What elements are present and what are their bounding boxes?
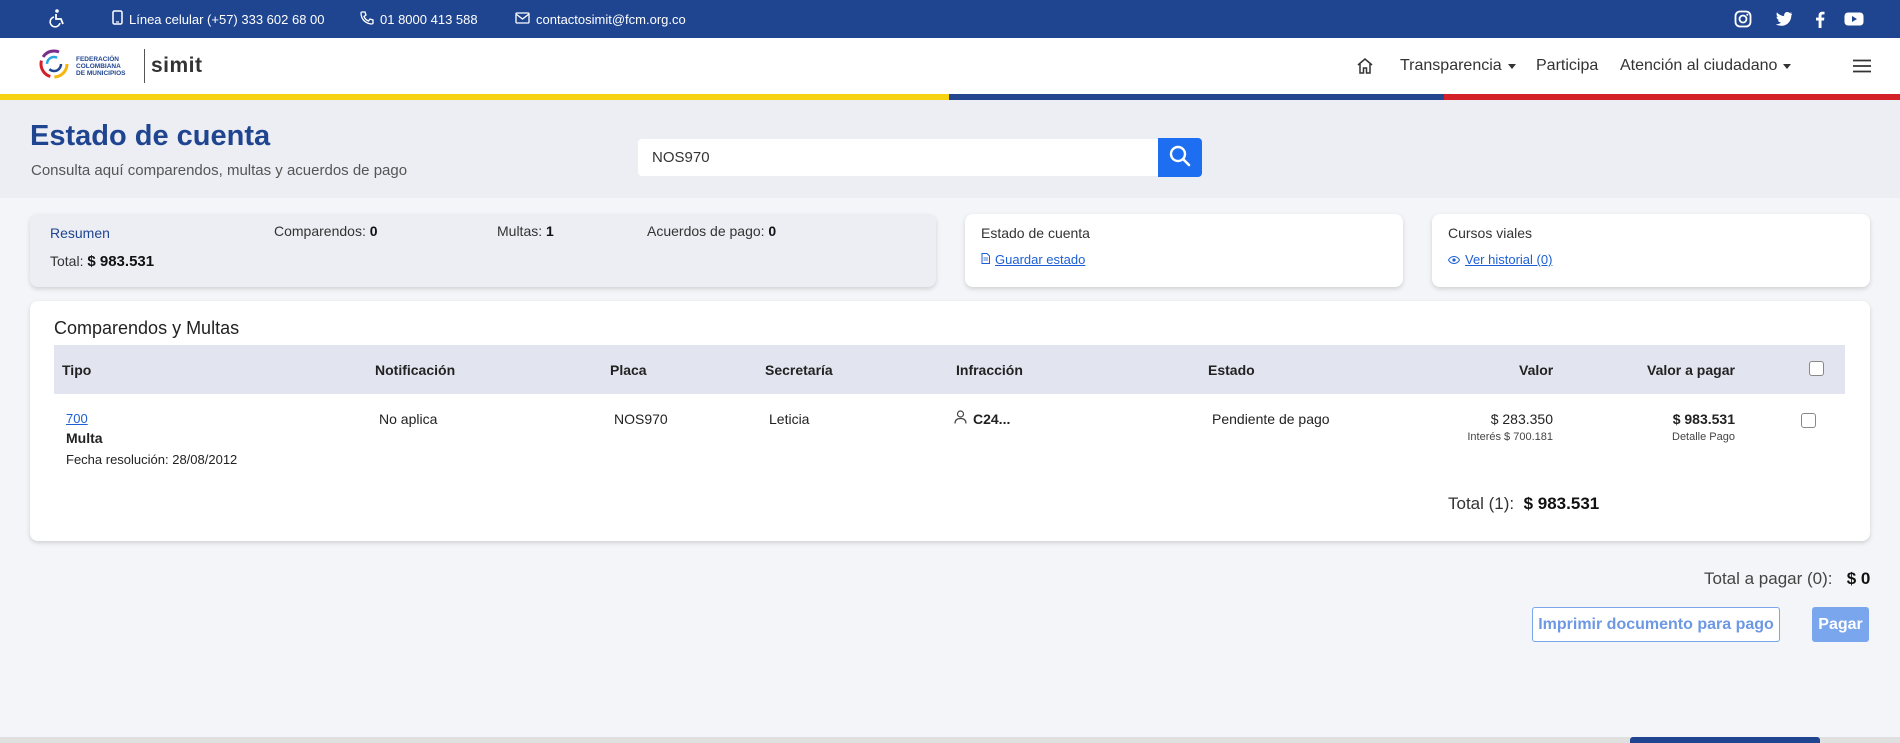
nav-atencion-label: Atención al ciudadano bbox=[1620, 57, 1778, 74]
phone-icon bbox=[360, 10, 374, 28]
col-secretaria: Secretaría bbox=[765, 361, 833, 378]
nav-atencion-ciudadano[interactable]: Atención al ciudadano bbox=[1620, 38, 1792, 94]
page-title: Estado de cuenta bbox=[30, 120, 271, 152]
nav-participa-label: Participa bbox=[1536, 57, 1599, 74]
table-total-value: $ 983.531 bbox=[1523, 494, 1600, 513]
main-navbar: Transparencia Participa Atención al ciud… bbox=[0, 38, 1900, 94]
ver-historial-link[interactable]: Ver historial (0) bbox=[1447, 252, 1552, 267]
user-icon bbox=[954, 410, 967, 427]
facebook-icon[interactable] bbox=[1807, 0, 1833, 38]
mobile-icon bbox=[112, 10, 123, 28]
caret-down-icon bbox=[1507, 63, 1516, 69]
total-a-pagar: Total a pagar (0): $ 0 bbox=[1704, 569, 1870, 589]
page-subtitle: Consulta aquí comparendos, multas y acue… bbox=[31, 162, 408, 179]
total-pagar-value: $ 0 bbox=[1846, 569, 1871, 588]
nav-transparencia-label: Transparencia bbox=[1400, 57, 1502, 74]
summary-comparendos: Comparendos: 0 bbox=[274, 223, 378, 239]
summary-acuerdos: Acuerdos de pago: 0 bbox=[647, 223, 777, 239]
row-valor-pagar: $ 983.531 bbox=[1672, 411, 1735, 427]
comparendos-count: 0 bbox=[369, 223, 378, 239]
mobile-phone-text: Línea celular (+57) 333 602 68 00 bbox=[129, 11, 325, 27]
wheelchair-icon bbox=[48, 8, 68, 31]
logo-divider bbox=[144, 49, 145, 83]
youtube-icon[interactable] bbox=[1841, 0, 1867, 38]
row-infraccion[interactable]: C24... bbox=[954, 410, 1010, 427]
row-code-link[interactable]: 700 bbox=[66, 411, 88, 426]
row-notificacion: No aplica bbox=[379, 411, 438, 427]
col-valor-pagar: Valor a pagar bbox=[1647, 361, 1735, 378]
row-estado: Pendiente de pago bbox=[1212, 411, 1330, 427]
plate-search-input[interactable] bbox=[638, 139, 1158, 176]
col-estado: Estado bbox=[1208, 361, 1255, 378]
row-valor: $ 283.350 bbox=[1490, 411, 1553, 427]
row-interes: Interés $ 700.181 bbox=[1467, 431, 1553, 443]
col-notificacion: Notificación bbox=[375, 361, 456, 378]
row-fecha: Fecha resolución: 28/08/2012 bbox=[66, 452, 238, 467]
row-secretaria: Leticia bbox=[769, 411, 810, 427]
fcm-logo-text: FEDERACIÓN COLOMBIANA DE MUNICIPIOS bbox=[76, 55, 126, 77]
twitter-icon[interactable] bbox=[1771, 0, 1797, 38]
table-title: Comparendos y Multas bbox=[54, 318, 240, 338]
fcm-logo-icon bbox=[38, 48, 70, 85]
guardar-estado-link[interactable]: Guardar estado bbox=[981, 252, 1085, 267]
accessibility-button[interactable] bbox=[48, 0, 68, 38]
page-bottom-edge bbox=[0, 737, 1900, 743]
toll-free-contact[interactable]: 01 8000 413 588 bbox=[360, 0, 478, 38]
site-logo[interactable]: FEDERACIÓN COLOMBIANA DE MUNICIPIOS simi… bbox=[38, 46, 203, 86]
total-pagar-label: Total a pagar (0): bbox=[1704, 569, 1833, 588]
email-contact[interactable]: contactosimit@fcm.org.co bbox=[515, 0, 686, 38]
estado-card-title: Estado de cuenta bbox=[981, 225, 1090, 241]
select-all-checkbox[interactable] bbox=[1809, 361, 1824, 376]
acuerdos-count: 0 bbox=[768, 223, 777, 239]
summary-card: Resumen Total: $ 983.531 Comparendos: 0 … bbox=[30, 214, 936, 287]
estado-cuenta-card: Estado de cuenta Guardar estado bbox=[965, 214, 1403, 287]
mobile-phone-contact[interactable]: Línea celular (+57) 333 602 68 00 bbox=[112, 0, 325, 38]
cursos-viales-card: Cursos viales Ver historial (0) bbox=[1432, 214, 1870, 287]
summary-title: Resumen bbox=[50, 225, 110, 241]
nav-participa[interactable]: Participa bbox=[1536, 38, 1598, 94]
summary-total: Total: $ 983.531 bbox=[50, 253, 155, 270]
search-icon bbox=[1169, 145, 1191, 170]
caret-down-icon bbox=[1783, 63, 1792, 69]
document-icon bbox=[981, 252, 990, 267]
mail-icon bbox=[515, 11, 530, 27]
top-info-bar: Línea celular (+57) 333 602 68 00 01 800… bbox=[0, 0, 1900, 38]
home-icon[interactable] bbox=[1356, 38, 1374, 94]
table-total-label: Total (1): bbox=[1448, 494, 1515, 513]
table-header: Tipo Notificación Placa Secretaría Infra… bbox=[54, 345, 1845, 394]
col-valor: Valor bbox=[1519, 361, 1554, 378]
instagram-icon[interactable] bbox=[1730, 0, 1756, 38]
simit-brand: simit bbox=[151, 54, 203, 77]
summary-multas: Multas: 1 bbox=[497, 223, 554, 239]
multas-count: 1 bbox=[546, 223, 554, 239]
col-tipo: Tipo bbox=[62, 361, 92, 378]
search-button[interactable] bbox=[1158, 138, 1202, 177]
cursos-card-title: Cursos viales bbox=[1448, 225, 1533, 241]
nav-transparencia[interactable]: Transparencia bbox=[1400, 38, 1516, 94]
eye-icon bbox=[1447, 252, 1461, 267]
col-placa: Placa bbox=[610, 361, 647, 378]
row-tipo: Multa bbox=[66, 430, 103, 446]
hamburger-icon[interactable] bbox=[1853, 38, 1871, 94]
row-infraccion-code: C24... bbox=[973, 410, 1011, 427]
table-total: Total (1): $ 983.531 bbox=[1448, 494, 1599, 514]
row-checkbox[interactable] bbox=[1801, 413, 1816, 428]
toll-free-text: 01 8000 413 588 bbox=[380, 11, 478, 27]
email-text: contactosimit@fcm.org.co bbox=[536, 11, 686, 27]
detalle-pago-link[interactable]: Detalle Pago bbox=[1580, 431, 1735, 443]
search-bar bbox=[638, 138, 1202, 177]
pay-button[interactable]: Pagar bbox=[1812, 607, 1869, 642]
col-infraccion: Infracción bbox=[956, 361, 1023, 378]
chat-widget-tab[interactable] bbox=[1630, 737, 1820, 743]
summary-total-value: $ 983.531 bbox=[87, 253, 155, 270]
print-payment-document-button[interactable]: Imprimir documento para pago bbox=[1532, 607, 1780, 642]
row-placa: NOS970 bbox=[614, 411, 668, 427]
